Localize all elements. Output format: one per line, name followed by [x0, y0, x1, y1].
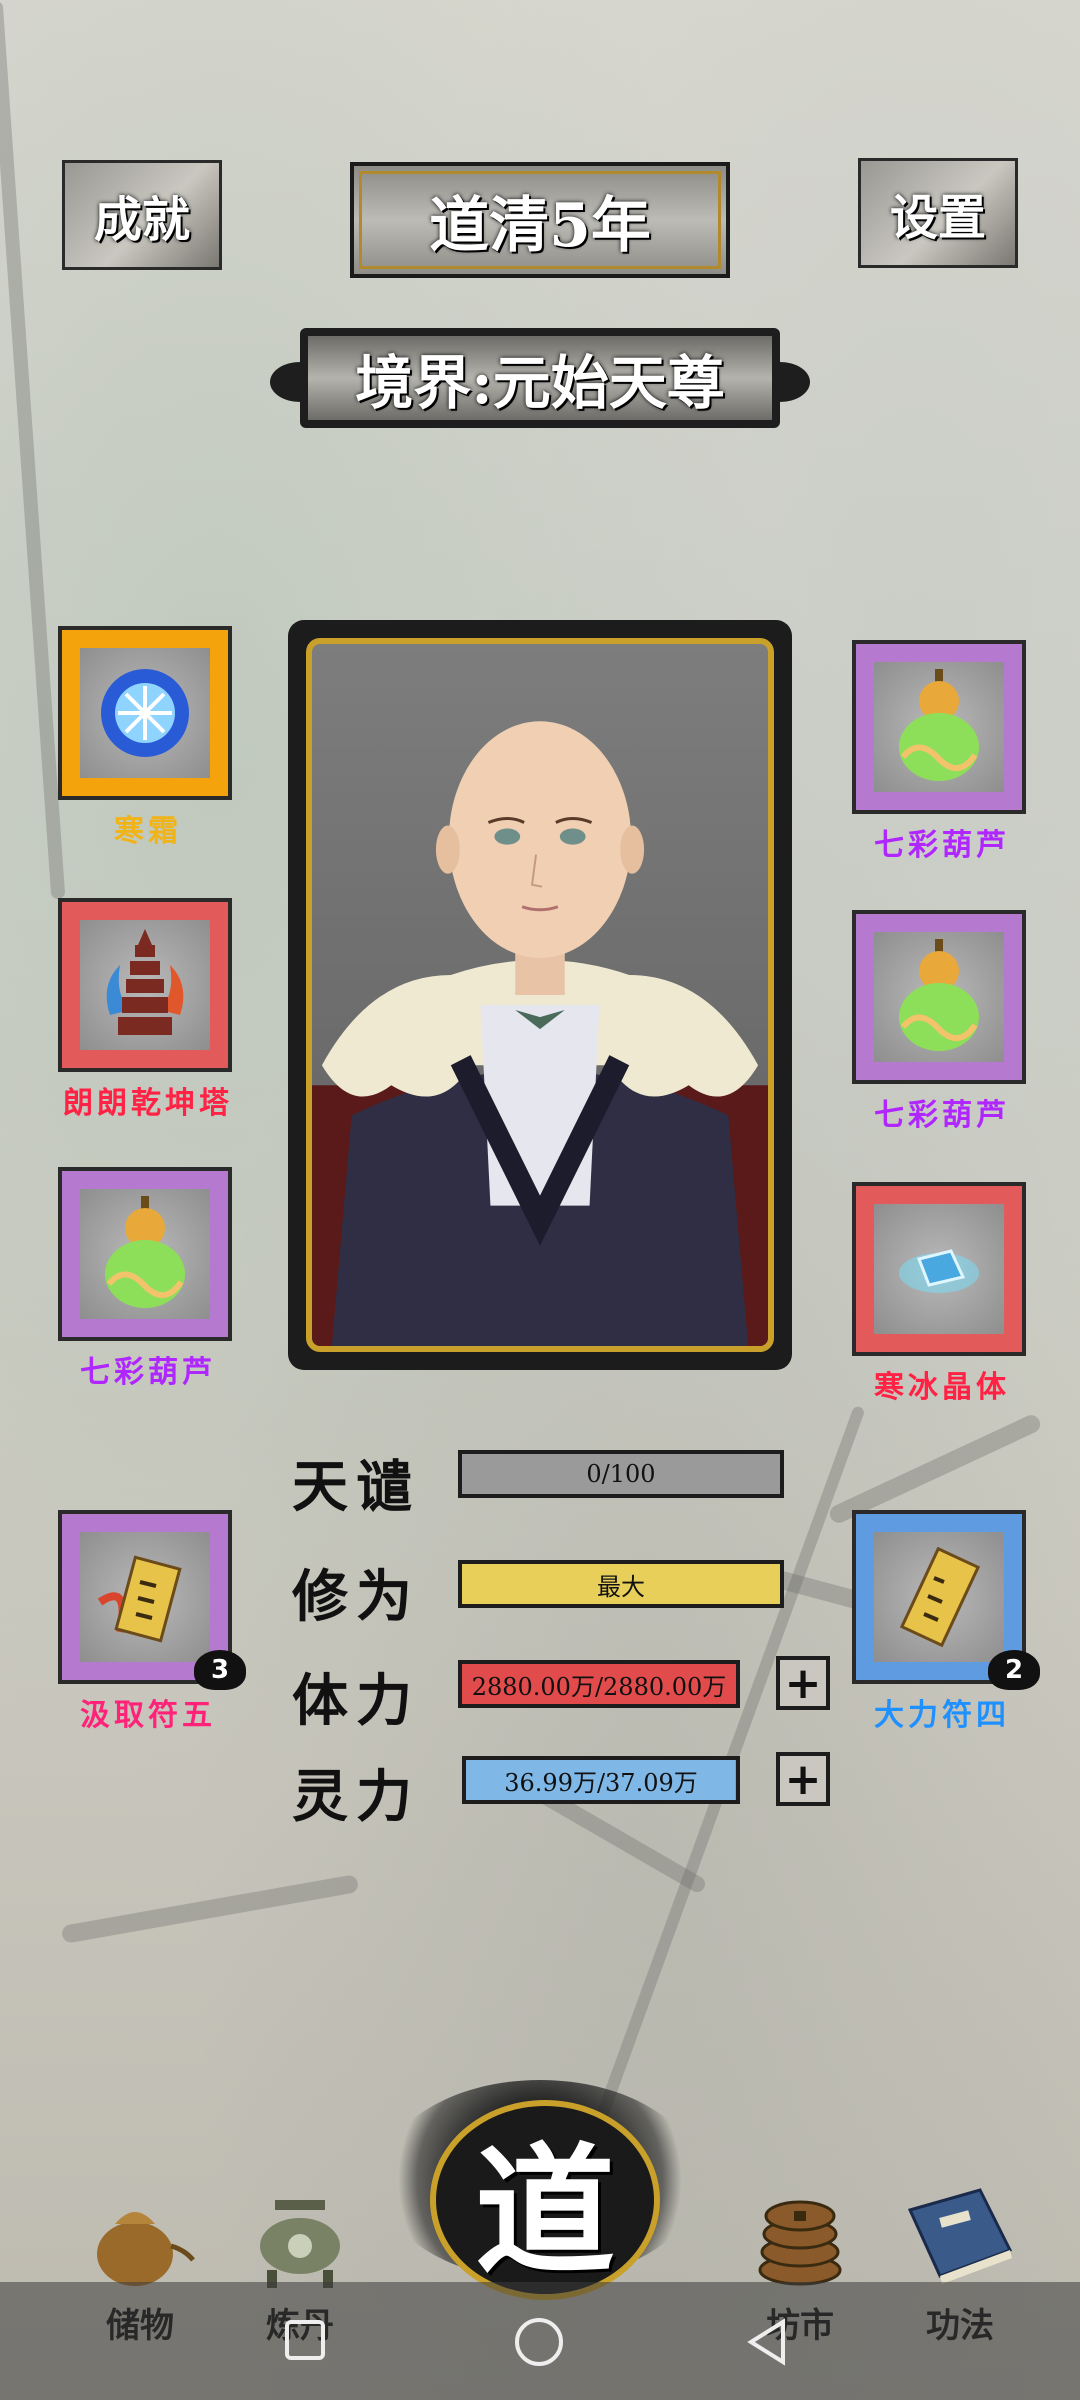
- stat-label-xiuwei: 修为: [292, 1564, 420, 1630]
- gourd-icon: [874, 662, 1004, 792]
- frost-orb-icon: [80, 648, 210, 778]
- tili-add-button[interactable]: +: [776, 1656, 830, 1710]
- equip-slot-left-1[interactable]: 寒霜: [58, 626, 238, 850]
- equip-slot-right-3[interactable]: 寒冰晶体: [852, 1182, 1032, 1406]
- gourd-icon: [874, 932, 1004, 1062]
- talisman-icon: [874, 1532, 1004, 1662]
- back-icon[interactable]: [745, 2318, 789, 2366]
- item-label: 寒冰晶体: [874, 1370, 1010, 1405]
- book-icon: [890, 2180, 1030, 2290]
- item-label: 朗朗乾坤塔: [63, 1086, 233, 1121]
- item-label: 汲取符五: [80, 1698, 216, 1733]
- item-frame: [852, 910, 1026, 1084]
- item-frame: [58, 626, 232, 800]
- settings-label: 设置: [889, 190, 986, 246]
- nav-dao-label: 道: [474, 2130, 615, 2294]
- item-label: 七彩葫芦: [874, 1098, 1010, 1133]
- ice-crystal-icon: [874, 1204, 1004, 1334]
- stat-label-lingli: 灵力: [292, 1764, 420, 1830]
- achievements-label: 成就: [93, 192, 190, 248]
- realm-label: 境界:元始天尊: [355, 349, 725, 417]
- equip-slot-right-1[interactable]: 七彩葫芦: [852, 640, 1032, 864]
- stat-label-tianqian: 天谴: [292, 1454, 420, 1520]
- pagoda-icon: [80, 920, 210, 1050]
- gourd-icon: [80, 1189, 210, 1319]
- achievements-button[interactable]: 成就: [62, 160, 222, 270]
- year-label: 道清5年: [429, 190, 651, 261]
- item-label: 七彩葫芦: [80, 1355, 216, 1390]
- item-label: 大力符四: [874, 1698, 1010, 1733]
- home-icon[interactable]: [515, 2318, 563, 2366]
- item-count-badge: 3: [194, 1650, 246, 1690]
- lingli-add-button[interactable]: +: [776, 1752, 830, 1806]
- item-frame: [58, 1167, 232, 1341]
- equip-slot-left-2[interactable]: 朗朗乾坤塔: [58, 898, 238, 1122]
- character-illustration: [312, 721, 768, 1346]
- item-frame: [58, 898, 232, 1072]
- bg-bamboo-stroke: [0, 0, 66, 900]
- item-count-badge: 2: [988, 1650, 1040, 1690]
- tili-value: 2880.00万/2880.00万: [471, 1672, 727, 1701]
- lingli-bar: 36.99万/37.09万: [462, 1756, 740, 1804]
- item-frame: [852, 640, 1026, 814]
- tili-bar: 2880.00万/2880.00万: [458, 1660, 740, 1708]
- item-frame: 3: [58, 1510, 246, 1690]
- equip-slot-right-4[interactable]: 2 大力符四: [852, 1510, 1040, 1734]
- tianqian-value: 0/100: [586, 1460, 656, 1488]
- item-frame: 2: [852, 1510, 1040, 1690]
- character-portrait: [288, 620, 792, 1370]
- item-label: 寒霜: [114, 814, 182, 849]
- item-label: 七彩葫芦: [874, 828, 1010, 863]
- equip-slot-left-3[interactable]: 七彩葫芦: [58, 1167, 238, 1391]
- xiuwei-value: 最大: [597, 1572, 645, 1601]
- tianqian-bar: 0/100: [458, 1450, 784, 1498]
- lingli-value: 36.99万/37.09万: [504, 1768, 698, 1797]
- stat-label-tili: 体力: [292, 1668, 420, 1734]
- cauldron-icon: [230, 2180, 370, 2290]
- nav-dao-button[interactable]: 道: [430, 2100, 660, 2300]
- equip-slot-left-4[interactable]: 3 汲取符五: [58, 1510, 246, 1734]
- settings-button[interactable]: 设置: [858, 158, 1018, 268]
- system-nav-bar: [0, 2282, 1080, 2400]
- year-plaque: 道清5年: [350, 162, 730, 278]
- xiuwei-bar: 最大: [458, 1560, 784, 1608]
- bg-bamboo-leaf: [60, 1874, 360, 1944]
- recents-icon[interactable]: [285, 2320, 325, 2360]
- realm-plaque: 境界:元始天尊: [300, 328, 780, 428]
- bg-bamboo-leaf: [826, 1412, 1044, 1526]
- coins-icon: [730, 2180, 870, 2290]
- talisman-icon: [80, 1532, 210, 1662]
- item-frame: [852, 1182, 1026, 1356]
- pouch-icon: [70, 2180, 210, 2290]
- equip-slot-right-2[interactable]: 七彩葫芦: [852, 910, 1032, 1134]
